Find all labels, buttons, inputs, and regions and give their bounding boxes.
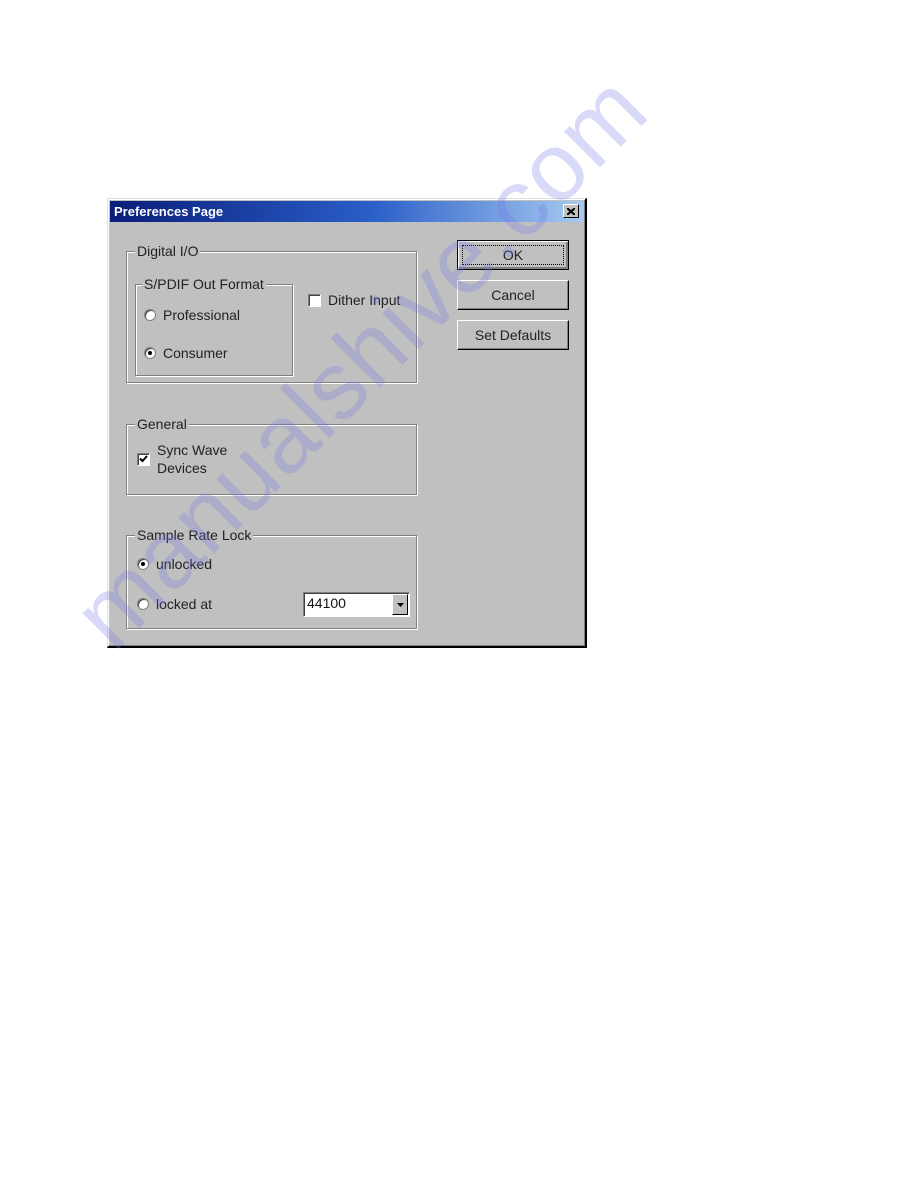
radio-unlocked[interactable]: unlocked: [137, 556, 212, 572]
radio-unlocked-label: unlocked: [156, 556, 213, 572]
preferences-dialog: Preferences Page Digital I/O S/PDIF Out …: [107, 198, 587, 648]
cancel-button-label: Cancel: [491, 287, 535, 303]
radio-professional-label: Professional: [163, 307, 241, 323]
sync-wave-label-line1: Sync Wave: [157, 442, 228, 458]
sync-wave-devices-box[interactable]: [137, 452, 150, 466]
spdif-format-legend: S/PDIF Out Format: [142, 275, 266, 293]
radio-professional[interactable]: Professional: [144, 307, 240, 323]
digital-io-legend: Digital I/O: [135, 242, 201, 260]
sync-wave-label-line2: Devices: [157, 460, 207, 476]
sample-rate-select[interactable]: 44100: [303, 592, 410, 617]
radio-locked-at-label: locked at: [156, 596, 213, 612]
ok-button-label: OK: [502, 247, 524, 263]
general-legend: General: [135, 415, 189, 433]
sync-wave-devices-label: Sync Wave Devices: [157, 441, 227, 477]
close-x-icon: [567, 207, 575, 215]
radio-locked-at[interactable]: locked at: [137, 596, 212, 612]
set-defaults-button-label: Set Defaults: [474, 327, 552, 343]
general-group: General Sync Wave Devices: [126, 415, 417, 495]
dropdown-arrow-icon: [396, 602, 404, 607]
ok-button[interactable]: OK: [457, 240, 569, 270]
sample-rate-lock-legend: Sample Rate Lock: [135, 526, 254, 544]
radio-consumer[interactable]: Consumer: [144, 345, 228, 361]
spdif-format-group: S/PDIF Out Format Professional Consumer: [135, 275, 293, 376]
cancel-button[interactable]: Cancel: [457, 280, 569, 310]
set-defaults-button[interactable]: Set Defaults: [457, 320, 569, 350]
dither-input-checkbox[interactable]: Dither Input: [308, 292, 400, 308]
radio-locked-at-indicator[interactable]: [137, 598, 149, 610]
dither-input-box[interactable]: [308, 293, 321, 307]
radio-unlocked-indicator[interactable]: [137, 558, 149, 570]
digital-io-group: Digital I/O S/PDIF Out Format Profession…: [126, 242, 417, 383]
sample-rate-value: 44100: [307, 595, 346, 611]
checkmark-icon: [139, 455, 148, 463]
radio-professional-indicator[interactable]: [144, 309, 156, 321]
dither-input-label: Dither Input: [328, 292, 401, 308]
close-button[interactable]: [563, 204, 579, 218]
sample-rate-lock-group: Sample Rate Lock unlocked locked at 4410…: [126, 526, 417, 629]
title-bar[interactable]: Preferences Page: [110, 201, 583, 222]
dialog-title: Preferences Page: [114, 204, 224, 219]
radio-consumer-indicator[interactable]: [144, 347, 156, 359]
sample-rate-dropdown-button[interactable]: [392, 594, 408, 615]
radio-consumer-label: Consumer: [163, 345, 228, 361]
sync-wave-devices-checkbox[interactable]: Sync Wave Devices: [137, 441, 227, 477]
